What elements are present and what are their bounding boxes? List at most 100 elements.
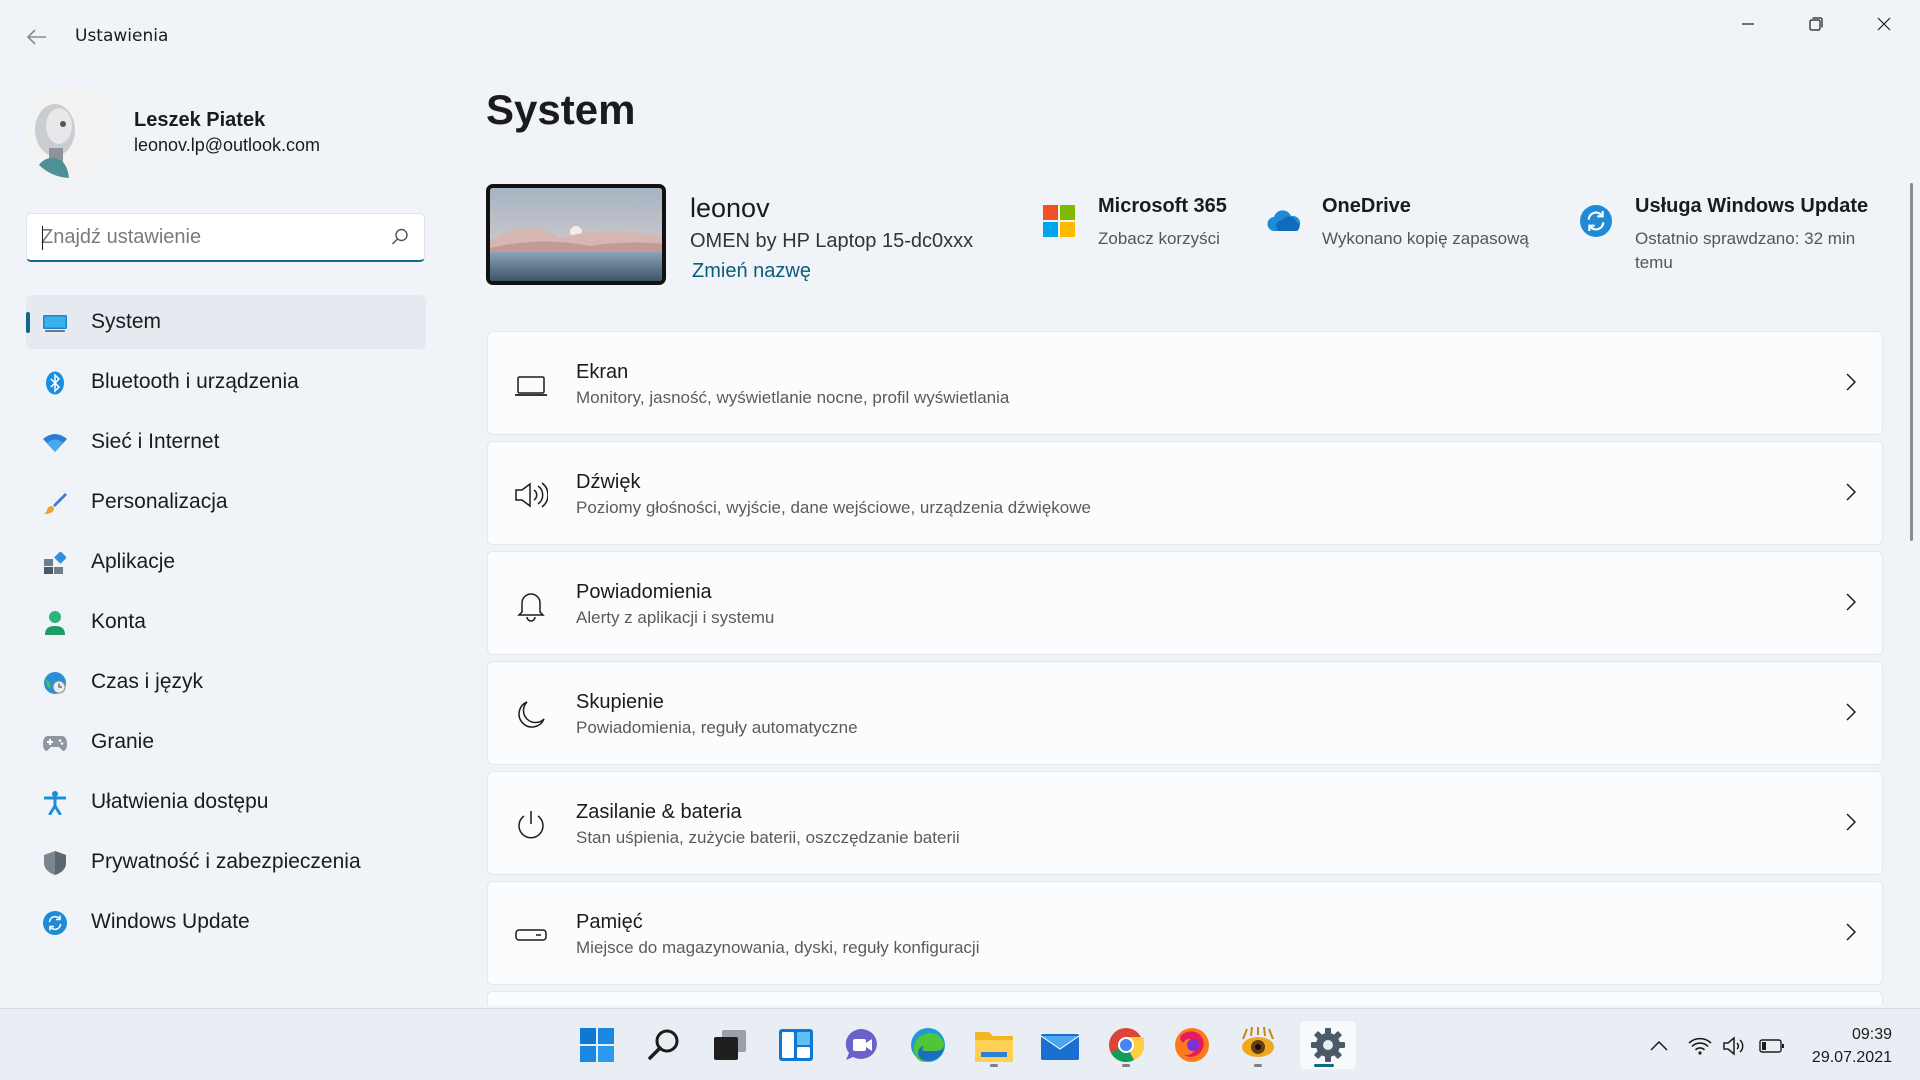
sidebar-item-privacy[interactable]: Prywatność i zabezpieczenia — [26, 835, 426, 889]
scrollbar-thumb[interactable] — [1910, 183, 1913, 541]
chevron-right-icon — [1846, 813, 1857, 835]
sidebar-item-bluetooth[interactable]: Bluetooth i urządzenia — [26, 355, 426, 409]
sidebar-item-label: Windows Update — [91, 910, 250, 933]
person-icon — [43, 611, 67, 635]
card-title: Zasilanie & bateria — [576, 801, 742, 823]
card-description: Monitory, jasność, wyświetlanie nocne, p… — [576, 388, 1010, 407]
storage-drive-icon — [514, 918, 548, 952]
chevron-right-icon — [1846, 593, 1857, 615]
chat-icon[interactable] — [838, 1021, 886, 1069]
chevron-up-icon[interactable] — [1644, 1031, 1674, 1061]
sidebar-item-network[interactable]: Sieć i Internet — [26, 415, 426, 469]
settings-cards: Ekran Monitory, jasność, wyświetlanie no… — [487, 331, 1883, 1011]
sidebar-item-windows-update[interactable]: Windows Update — [26, 895, 426, 949]
search-icon[interactable] — [390, 227, 410, 251]
restore-button[interactable] — [1788, 6, 1844, 42]
chevron-right-icon — [1846, 373, 1857, 395]
sidebar-item-label: Prywatność i zabezpieczenia — [91, 850, 361, 873]
sidebar-item-system[interactable]: System — [26, 295, 426, 349]
mail-icon[interactable] — [1036, 1021, 1084, 1069]
sidebar-item-label: Bluetooth i urządzenia — [91, 370, 299, 393]
device-model: OMEN by HP Laptop 15-dc0xxx — [690, 230, 974, 252]
card-next-partial[interactable] — [487, 991, 1883, 1005]
file-explorer-icon[interactable] — [970, 1021, 1018, 1069]
status-title: Microsoft 365 — [1098, 195, 1227, 217]
start-icon[interactable] — [573, 1021, 621, 1069]
card-storage[interactable]: Pamięć Miejsce do magazynowania, dyski, … — [487, 881, 1883, 985]
sidebar-item-label: Personalizacja — [91, 490, 228, 513]
title-bar: Ustawienia — [0, 0, 1920, 72]
sidebar-item-time-language[interactable]: Czas i język — [26, 655, 426, 709]
sidebar-item-label: System — [91, 310, 162, 333]
active-indicator — [26, 312, 30, 333]
xnview-icon[interactable] — [1234, 1021, 1282, 1069]
system-clock[interactable]: 09:39 29.07.2021 — [1790, 1023, 1892, 1069]
device-wallpaper-thumbnail — [486, 184, 666, 285]
sidebar-item-personalization[interactable]: Personalizacja — [26, 475, 426, 529]
card-description: Powiadomienia, reguły automatyczne — [576, 718, 858, 737]
task-view-icon[interactable] — [706, 1021, 754, 1069]
clock-date: 29.07.2021 — [1811, 1049, 1892, 1066]
user-email: leonov.lp@outlook.com — [134, 135, 321, 155]
bell-icon — [514, 588, 548, 622]
accessibility-icon — [43, 791, 67, 815]
search-input[interactable] — [41, 214, 381, 260]
running-indicator — [1254, 1064, 1262, 1067]
chevron-right-icon — [1846, 703, 1857, 725]
sidebar-item-label: Ułatwienia dostępu — [91, 790, 269, 813]
display-icon — [43, 311, 67, 335]
back-arrow-icon[interactable] — [22, 22, 52, 52]
status-title: Usługa Windows Update — [1635, 195, 1869, 217]
card-sound[interactable]: Dźwięk Poziomy głośności, wyjście, dane … — [487, 441, 1883, 545]
rename-link[interactable]: Zmień nazwę — [692, 260, 811, 283]
laptop-icon — [514, 368, 548, 402]
moon-icon — [514, 698, 548, 732]
card-display[interactable]: Ekran Monitory, jasność, wyświetlanie no… — [487, 331, 1883, 435]
card-title: Powiadomienia — [576, 581, 712, 603]
card-description: Poziomy głośności, wyjście, dane wejścio… — [576, 498, 1091, 517]
brush-icon — [43, 491, 67, 515]
shield-icon — [43, 851, 67, 875]
card-focus[interactable]: Skupienie Powiadomienia, reguły automaty… — [487, 661, 1883, 765]
edge-icon[interactable] — [904, 1021, 952, 1069]
status-subtitle: Ostatnio sprawdzano: 32 min temu — [1635, 229, 1856, 272]
status-subtitle: Wykonano kopię zapasową — [1322, 229, 1529, 248]
bluetooth-icon — [43, 371, 67, 395]
card-power-battery[interactable]: Zasilanie & bateria Stan uśpienia, zużyc… — [487, 771, 1883, 875]
app-title: Ustawienia — [75, 26, 169, 46]
active-app-indicator — [1314, 1064, 1334, 1067]
sidebar-item-label: Sieć i Internet — [91, 430, 220, 453]
taskbar: 09:39 29.07.2021 — [0, 1008, 1920, 1080]
minimize-icon — [1742, 23, 1754, 25]
firefox-icon[interactable] — [1168, 1021, 1216, 1069]
chevron-right-icon — [1846, 483, 1857, 505]
search-icon[interactable] — [640, 1021, 688, 1069]
sidebar-item-label: Czas i język — [91, 670, 204, 693]
user-name: Leszek Piatek — [134, 109, 266, 131]
card-notifications[interactable]: Powiadomienia Alerty z aplikacji i syste… — [487, 551, 1883, 655]
minimize-button[interactable] — [1720, 6, 1776, 42]
widgets-icon[interactable] — [772, 1021, 820, 1069]
chrome-icon[interactable] — [1102, 1021, 1150, 1069]
wifi-icon — [43, 431, 67, 455]
volume-icon[interactable] — [1720, 1031, 1750, 1061]
wifi-icon[interactable] — [1685, 1031, 1715, 1061]
sidebar-item-gaming[interactable]: Granie — [26, 715, 426, 769]
battery-icon[interactable] — [1757, 1031, 1787, 1061]
restore-icon — [1809, 17, 1823, 31]
settings-gear-icon[interactable] — [1300, 1021, 1356, 1069]
sidebar-item-accounts[interactable]: Konta — [26, 595, 426, 649]
running-indicator — [990, 1064, 998, 1067]
avatar[interactable] — [25, 86, 117, 178]
running-indicator — [1122, 1064, 1130, 1067]
close-button[interactable] — [1856, 6, 1912, 42]
sidebar-item-apps[interactable]: Aplikacje — [26, 535, 426, 589]
status-subtitle: Zobacz korzyści — [1098, 229, 1220, 248]
speaker-icon — [514, 478, 549, 512]
search-box[interactable] — [26, 213, 425, 262]
sidebar-item-accessibility[interactable]: Ułatwienia dostępu — [26, 775, 426, 829]
page-title: System — [486, 86, 636, 133]
sidebar-item-label: Granie — [91, 730, 155, 753]
text-caret — [42, 226, 43, 250]
status-title: OneDrive — [1322, 195, 1411, 217]
